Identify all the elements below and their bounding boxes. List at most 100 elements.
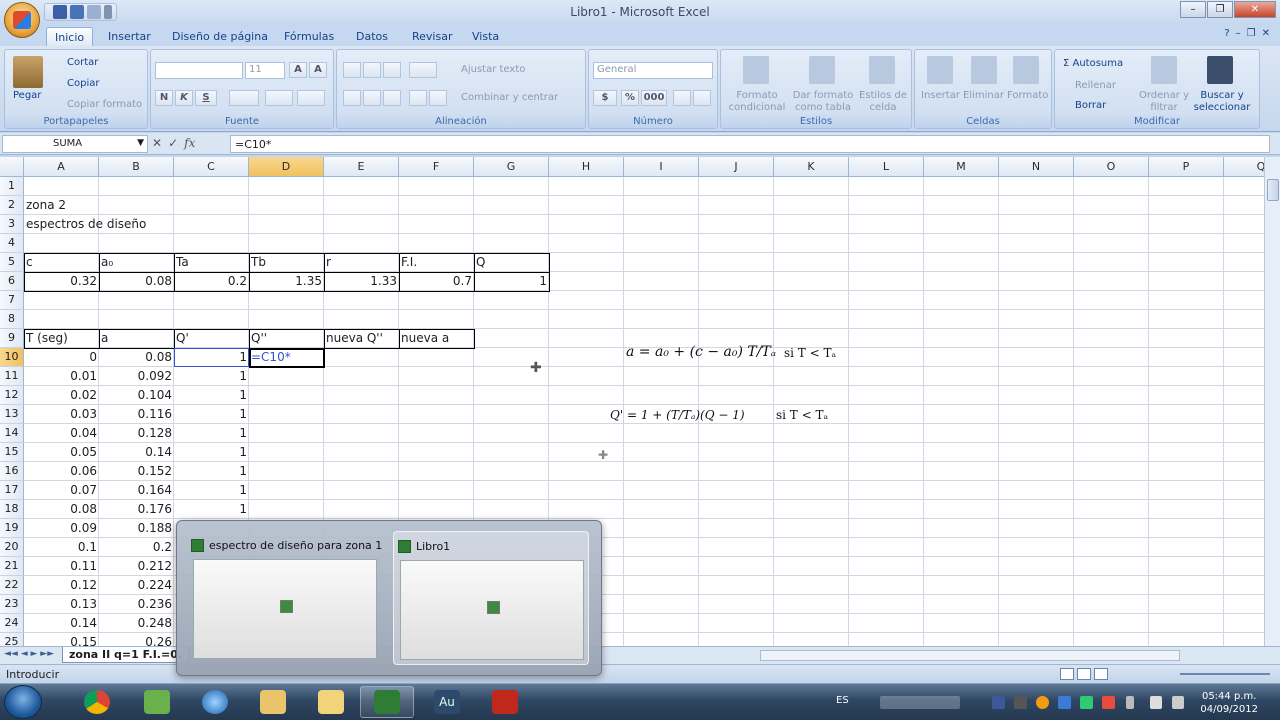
column-header-o[interactable]: O [1074,157,1149,177]
excel-taskbar-button[interactable] [360,686,414,718]
cell-t[interactable]: 0.08 [24,500,99,519]
formula-input[interactable]: =C10* [230,135,1270,153]
header-cell[interactable]: nueva Q'' [324,329,399,348]
conditional-format-button[interactable]: Formato condicional [725,90,789,114]
format-as-table-button[interactable]: Dar formato como tabla [791,90,855,114]
font-name-combo[interactable] [155,62,243,79]
cell-t[interactable]: 0.12 [24,576,99,595]
bluetooth-icon[interactable] [1058,696,1071,709]
wrap-text-button[interactable]: Ajustar texto [461,64,525,75]
column-header-d[interactable]: D [249,157,324,177]
horizontal-scrollbar[interactable] [760,650,1180,661]
battery-icon[interactable] [1126,696,1134,709]
cell-a3[interactable]: espectros de diseño [24,215,146,234]
row-header-21[interactable]: 21 [0,557,24,576]
cell-t[interactable]: 0.13 [24,595,99,614]
header-cell[interactable]: nueva a [399,329,474,348]
column-header-m[interactable]: M [924,157,999,177]
font-color-icon[interactable] [297,90,325,106]
align-middle-icon[interactable] [363,62,381,78]
row-header-5[interactable]: 5 [0,253,24,272]
cell-a[interactable]: 0.08 [99,348,174,367]
page-break-icon[interactable] [1094,668,1108,680]
row-header-11[interactable]: 11 [0,367,24,386]
align-bottom-icon[interactable] [383,62,401,78]
column-header-k[interactable]: K [774,157,849,177]
cell-a[interactable]: 0.128 [99,424,174,443]
fill-color-icon[interactable] [265,90,293,106]
close-button[interactable]: ✕ [1234,1,1276,18]
row-header-13[interactable]: 13 [0,405,24,424]
maximize-button[interactable]: ❐ [1207,1,1233,18]
column-header-p[interactable]: P [1149,157,1224,177]
itunes-taskbar-button[interactable] [188,686,242,718]
header-cell[interactable]: a₀ [99,253,174,272]
cell-q[interactable]: 1 [174,462,249,481]
row-header-18[interactable]: 18 [0,500,24,519]
fill-button[interactable]: Rellenar [1075,80,1116,91]
minimize-button[interactable]: – [1180,1,1206,18]
tab-vista[interactable]: Vista [464,27,507,46]
increase-decimal-icon[interactable] [673,90,691,106]
signal-icon[interactable] [1150,696,1162,709]
tab-diseno-pagina[interactable]: Diseño de página [164,27,276,46]
font-size-combo[interactable]: 11 [245,62,285,79]
align-left-icon[interactable] [343,90,361,106]
underline-button[interactable]: S [195,90,217,106]
audition-taskbar-button[interactable]: Au [420,686,474,718]
cell-a[interactable]: 0.152 [99,462,174,481]
row-header-14[interactable]: 14 [0,424,24,443]
row-header-12[interactable]: 12 [0,386,24,405]
orientation-icon[interactable] [409,62,437,78]
column-header-c[interactable]: C [174,157,249,177]
sheet-tab[interactable]: zona II q=1 F.I.=0. [62,647,190,663]
delete-cells-button[interactable]: Eliminar [963,90,1004,101]
tab-formulas[interactable]: Fórmulas [276,27,342,46]
ribbon-restore-icon[interactable]: ❐ [1247,28,1256,39]
value-cell[interactable]: 1.33 [324,272,399,291]
acrobat-taskbar-button[interactable] [478,686,532,718]
cell-q[interactable]: 1 [174,386,249,405]
value-cell[interactable]: 1 [474,272,549,291]
cell-q[interactable]: 1 [174,424,249,443]
value-cell[interactable]: 0.32 [24,272,99,291]
cell-t[interactable]: 0.01 [24,367,99,386]
borders-icon[interactable] [229,90,259,106]
row-header-16[interactable]: 16 [0,462,24,481]
cell-t[interactable]: 0.02 [24,386,99,405]
merge-center-button[interactable]: Combinar y centrar [461,92,558,103]
cell-t[interactable]: 0.07 [24,481,99,500]
cell-a[interactable]: 0.2 [99,538,174,557]
cell-a[interactable]: 0.104 [99,386,174,405]
explorer-taskbar-button[interactable] [246,686,300,718]
insert-function-button[interactable]: fx [184,136,195,150]
language-indicator[interactable]: ES [836,695,849,706]
header-cell[interactable]: c [24,253,99,272]
thumbnail-workbook-1[interactable]: espectro de diseño para zona 1 [187,531,383,665]
value-cell[interactable]: 0.7 [399,272,474,291]
column-header-q[interactable]: Q [1224,157,1264,177]
header-cell[interactable]: Q' [174,329,249,348]
tray-icon[interactable] [1080,696,1093,709]
cell-a[interactable]: 0.26 [99,633,174,646]
column-header-i[interactable]: I [624,157,699,177]
cell-t[interactable]: 0.14 [24,614,99,633]
percent-button[interactable]: % [621,90,639,106]
paste-button[interactable]: Pegar [13,90,41,101]
column-header-a[interactable]: A [24,157,99,177]
clock[interactable]: 05:44 p.m. 04/09/2012 [1200,690,1258,716]
paste-icon[interactable] [13,56,43,88]
facebook-icon[interactable] [992,696,1005,709]
cell-t[interactable]: 0.1 [24,538,99,557]
cell-t[interactable]: 0.09 [24,519,99,538]
bold-button[interactable]: N [155,90,173,106]
folder-taskbar-button[interactable] [304,686,358,718]
cell-t[interactable]: 0.06 [24,462,99,481]
chevron-down-icon[interactable]: ▼ [137,138,144,148]
header-cell[interactable]: F.I. [399,253,474,272]
cell-a[interactable]: 0.116 [99,405,174,424]
increase-indent-icon[interactable] [429,90,447,106]
grow-font-icon[interactable]: A [289,62,307,78]
align-right-icon[interactable] [383,90,401,106]
column-header-j[interactable]: J [699,157,774,177]
